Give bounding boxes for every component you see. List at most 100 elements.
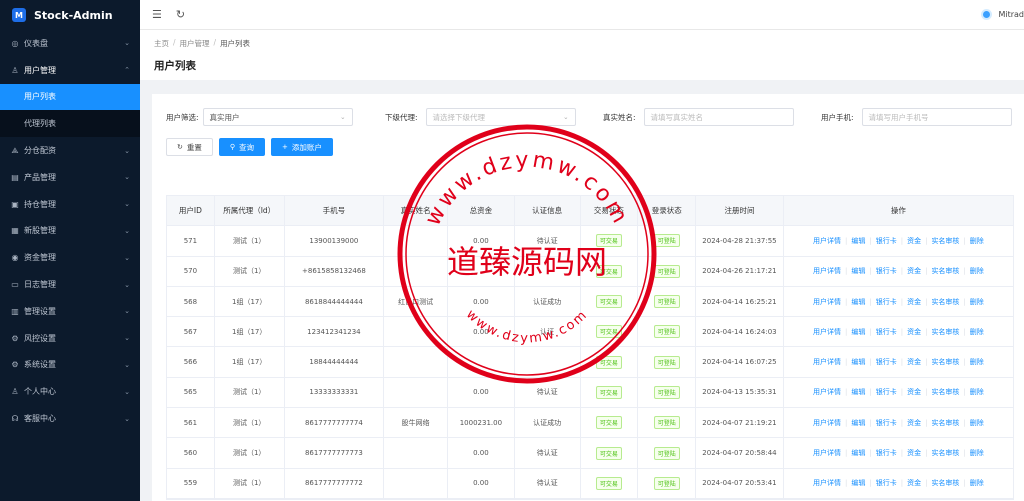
row-action-link[interactable]: 银行卡 (876, 387, 897, 397)
row-action-link[interactable]: 用户详情 (813, 448, 841, 458)
row-action-link[interactable]: 银行卡 (876, 478, 897, 488)
row-action-link[interactable]: 用户详情 (813, 297, 841, 307)
brand[interactable]: M Stock-Admin (0, 0, 140, 30)
row-action-link[interactable]: 删除 (970, 236, 984, 246)
status-badge: 可交易 (595, 416, 622, 430)
row-action-link[interactable]: 用户详情 (813, 357, 841, 367)
row-action-link[interactable]: 用户详情 (813, 387, 841, 397)
submenu-item[interactable]: 用户列表 (0, 83, 140, 111)
row-action-link[interactable]: 用户详情 (813, 266, 841, 276)
row-action-link[interactable]: 银行卡 (876, 266, 897, 276)
row-action-link[interactable]: 实名审核 (931, 297, 959, 307)
row-action-link[interactable]: 编辑 (851, 387, 865, 397)
row-action-link[interactable]: 用户详情 (813, 236, 841, 246)
action-separator: | (869, 267, 872, 276)
sidebar-item[interactable]: ◉ 资金管理 ⌄ (0, 244, 140, 271)
row-action-link[interactable]: 删除 (970, 418, 984, 428)
row-action-link[interactable]: 编辑 (851, 327, 865, 337)
action-separator: | (869, 358, 872, 367)
sidebar-item[interactable]: ▤ 产品管理 ⌄ (0, 164, 140, 191)
login-status-cell: 可登陆 (638, 468, 697, 498)
sidebar-item[interactable]: ▭ 日志管理 ⌄ (0, 271, 140, 298)
sidebar-item[interactable]: ♙ 个人中心 ⌄ (0, 378, 140, 405)
row-action-link[interactable]: 资金 (907, 478, 921, 488)
row-action-link[interactable]: 编辑 (851, 297, 865, 307)
row-action-link[interactable]: 银行卡 (876, 357, 897, 367)
action-separator: | (900, 388, 904, 397)
user-menu[interactable]: Mitrad (981, 9, 1024, 20)
reset-label: 重置 (186, 142, 202, 152)
row-action-link[interactable]: 删除 (970, 357, 984, 367)
add-account-button[interactable]: + 添加账户 (271, 138, 333, 156)
row-action-link[interactable]: 资金 (907, 357, 921, 367)
sidebar-item[interactable]: ⚙ 系统设置 ⌄ (0, 352, 140, 379)
row-action-link[interactable]: 银行卡 (876, 236, 897, 246)
user-filter-select[interactable]: 真实用户 ⌄ (202, 108, 353, 126)
row-action-link[interactable]: 实名审核 (931, 357, 959, 367)
row-action-link[interactable]: 用户详情 (813, 478, 841, 488)
sidebar-item[interactable]: ☊ 客服中心 ⌄ (0, 405, 140, 432)
row-action-link[interactable]: 实名审核 (931, 327, 959, 337)
action-separator: | (869, 388, 872, 397)
row-action-link[interactable]: 资金 (907, 327, 921, 337)
row-action-link[interactable]: 资金 (907, 236, 921, 246)
admin-settings-icon: ▥ (11, 306, 19, 316)
row-action-link[interactable]: 删除 (970, 297, 984, 307)
row-action-link[interactable]: 资金 (907, 448, 921, 458)
row-action-link[interactable]: 删除 (970, 266, 984, 276)
row-action-link[interactable]: 编辑 (851, 448, 865, 458)
row-action-link[interactable]: 实名审核 (931, 266, 959, 276)
reset-button[interactable]: ↻ 重置 (166, 138, 213, 156)
breadcrumb-home[interactable]: 主页 (154, 38, 169, 49)
row-action-link[interactable]: 银行卡 (876, 418, 897, 428)
row-action-link[interactable]: 删除 (970, 448, 984, 458)
row-action-link[interactable]: 实名审核 (931, 387, 959, 397)
row-action-link[interactable]: 实名审核 (931, 418, 959, 428)
search-button[interactable]: ⚲ 查询 (218, 138, 266, 156)
row-action-link[interactable]: 实名审核 (931, 448, 959, 458)
sidebar-item[interactable]: ▦ 新股管理 ⌄ (0, 218, 140, 245)
refresh-icon[interactable]: ↻ (176, 8, 185, 21)
breadcrumb-user-management[interactable]: 用户管理 (180, 38, 210, 49)
row-action-link[interactable]: 编辑 (851, 357, 865, 367)
row-action-link[interactable]: 银行卡 (876, 327, 897, 337)
chevron-down-icon: ⌄ (563, 113, 569, 121)
row-action-link[interactable]: 银行卡 (876, 297, 897, 307)
row-action-link[interactable]: 编辑 (851, 478, 865, 488)
row-action-link[interactable]: 资金 (907, 418, 921, 428)
action-separator: | (845, 358, 848, 367)
row-action-link[interactable]: 编辑 (851, 266, 865, 276)
table-row: 565 测试（1） 13333333331 0.00 待认证 可交易 可登陆 2024-04-… (167, 377, 1013, 409)
phone-input[interactable]: 请填写用户手机号 (861, 108, 1012, 126)
row-action-link[interactable]: 删除 (970, 478, 984, 488)
sidebar-item[interactable]: ▥ 管理设置 ⌄ (0, 298, 140, 325)
collapse-menu-icon[interactable]: ☰ (152, 8, 162, 21)
realname-input[interactable]: 请填写真实姓名 (643, 108, 794, 126)
sidebar-item[interactable]: ⚙ 风控设置 ⌄ (0, 325, 140, 352)
row-action-link[interactable]: 编辑 (851, 236, 865, 246)
row-action-link[interactable]: 资金 (907, 297, 921, 307)
sidebar-item[interactable]: ⟁ 分仓配资 ⌄ (0, 137, 140, 164)
sidebar-item[interactable]: ▣ 持仓管理 ⌄ (0, 191, 140, 218)
position-icon: ▣ (11, 199, 19, 209)
row-action-link[interactable]: 删除 (970, 387, 984, 397)
row-action-link[interactable]: 实名审核 (931, 478, 959, 488)
row-action-link[interactable]: 实名审核 (931, 236, 959, 246)
submenu-item[interactable]: 代理列表 (0, 110, 140, 137)
realname-label: 真实姓名: (603, 112, 636, 122)
row-action-link[interactable]: 用户详情 (813, 418, 841, 428)
filter-actions: ↻ 重置 ⚲ 查询 + 添加账户 (166, 138, 333, 156)
row-action-link[interactable]: 资金 (907, 387, 921, 397)
status-badge: 可登陆 (653, 446, 680, 460)
sidebar-item[interactable]: ◎ 仪表盘 ⌄ (0, 30, 140, 57)
row-action-link[interactable]: 编辑 (851, 418, 865, 428)
row-action-link[interactable]: 删除 (970, 327, 984, 337)
table-cell: 2024-04-07 21:19:21 (696, 408, 784, 438)
add-account-label: 添加账户 (291, 142, 322, 152)
row-action-link[interactable]: 用户详情 (813, 327, 841, 337)
sidebar-item[interactable]: ♙ 用户管理 ⌃ (0, 57, 140, 84)
row-action-link[interactable]: 银行卡 (876, 448, 897, 458)
row-action-link[interactable]: 资金 (907, 266, 921, 276)
agent-select[interactable]: 请选择下级代理 ⌄ (425, 108, 576, 126)
status-badge: 可登陆 (653, 416, 680, 430)
